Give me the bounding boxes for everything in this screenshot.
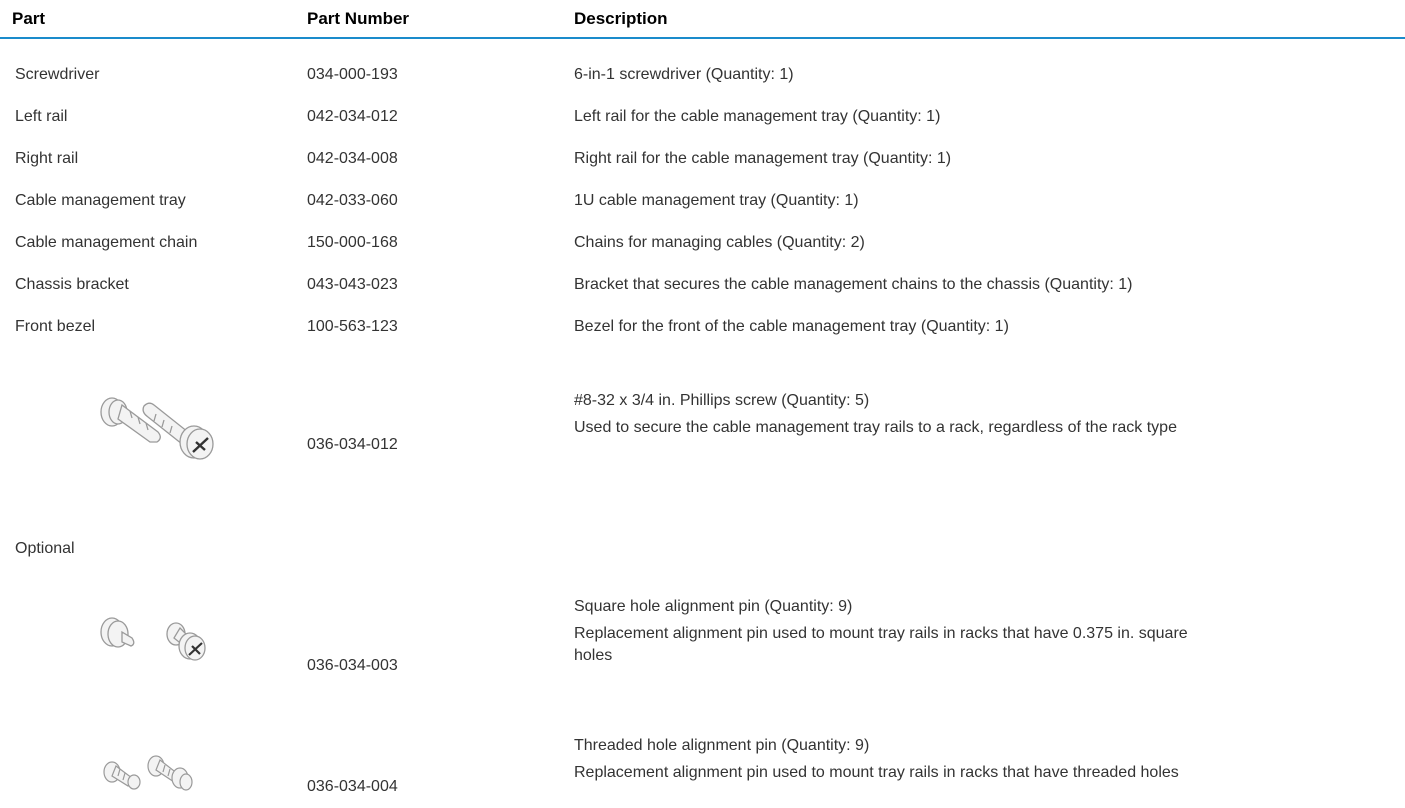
part-number: 034-000-193 (307, 66, 398, 83)
table-header: Part Part Number Description (0, 0, 1405, 39)
part-description: Replacement alignment pin used to mount … (574, 625, 1188, 664)
part-title: Square hole alignment pin (Quantity: 9) (574, 598, 853, 615)
part-name: Chassis bracket (15, 276, 129, 293)
optional-label: Optional (15, 540, 75, 557)
threaded-hole-pin-image (103, 755, 193, 791)
part-name: Right rail (15, 150, 79, 167)
header-part: Part (12, 9, 46, 28)
part-description: 6-in-1 screwdriver (Quantity: 1) (574, 66, 794, 83)
phillips-screw-image (100, 397, 214, 460)
part-description: Used to secure the cable management tray… (574, 419, 1177, 436)
part-description: Replacement alignment pin used to mount … (574, 764, 1179, 781)
part-name: Screwdriver (15, 66, 100, 83)
part-number: 036-034-003 (307, 657, 398, 674)
part-name: Cable management chain (15, 234, 198, 251)
part-number: 042-034-008 (307, 150, 398, 167)
part-number: 043-043-023 (307, 276, 398, 293)
part-number: 150-000-168 (307, 234, 398, 251)
part-number: 036-034-012 (307, 436, 398, 453)
part-description: Bracket that secures the cable managemen… (574, 276, 1133, 293)
part-number: 036-034-004 (307, 778, 398, 795)
part-description: Left rail for the cable management tray … (574, 108, 941, 125)
part-number: 100-563-123 (307, 318, 398, 335)
part-description: Bezel for the front of the cable managem… (574, 318, 1009, 335)
part-description: Chains for managing cables (Quantity: 2) (574, 234, 865, 251)
part-number: 042-033-060 (307, 192, 398, 209)
square-hole-pin-image (100, 617, 206, 661)
header-description: Description (574, 9, 668, 28)
part-name: Front bezel (15, 318, 96, 335)
part-description: Right rail for the cable management tray… (574, 150, 952, 167)
part-title: Threaded hole alignment pin (Quantity: 9… (574, 737, 870, 754)
part-title: #8-32 x 3/4 in. Phillips screw (Quantity… (574, 392, 870, 409)
part-description: 1U cable management tray (Quantity: 1) (574, 192, 859, 209)
part-name: Cable management tray (15, 192, 186, 209)
part-number: 042-034-012 (307, 108, 398, 125)
part-name: Left rail (15, 108, 68, 125)
header-part-number: Part Number (307, 9, 410, 28)
